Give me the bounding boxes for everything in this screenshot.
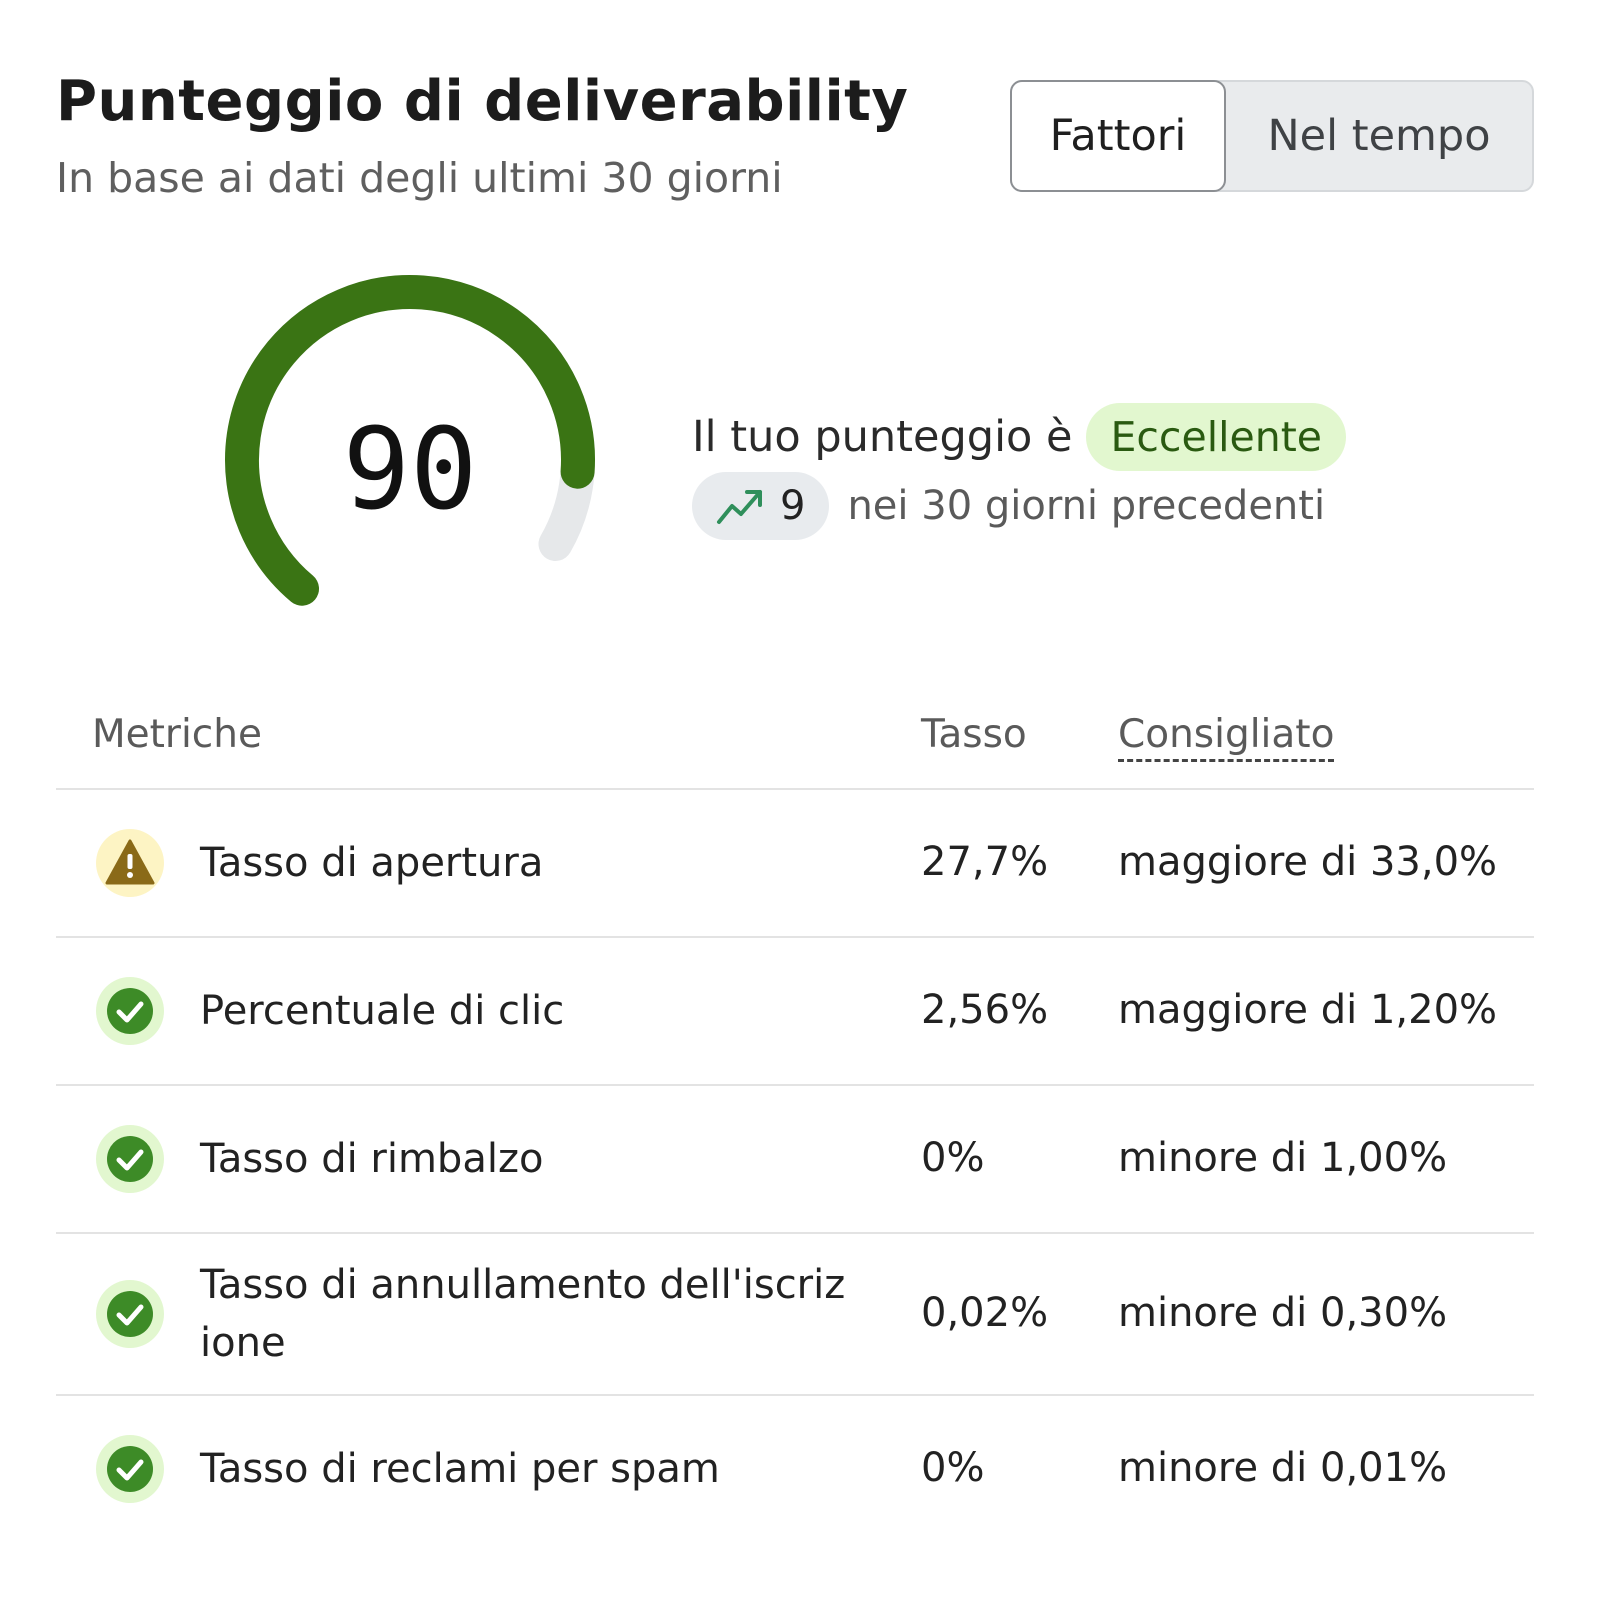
score-trend: 9 nei 30 giorni precedenti — [692, 472, 1325, 540]
metric-rate: 0% — [921, 1135, 985, 1181]
metric-recommended: minore di 0,30% — [1118, 1290, 1448, 1336]
table-row: Percentuale di clic 2,56% maggiore di 1,20… — [56, 938, 1534, 1086]
warning-icon — [96, 829, 164, 897]
metric-name-line: Percentuale di clic — [200, 988, 565, 1034]
metric-recommended: maggiore di 1,20% — [1118, 987, 1498, 1033]
metric-rate: 0% — [921, 1445, 985, 1491]
metric-recommended: minore di 0,01% — [1118, 1445, 1448, 1491]
metric-name-line: Tasso di apertura — [200, 840, 544, 886]
metric-name: Percentuale di clic — [200, 982, 860, 1040]
check-circle-icon — [96, 1280, 164, 1348]
header-recommended[interactable]: Consigliato — [1118, 712, 1335, 762]
table-header: Metriche Tasso Consigliato — [56, 690, 1534, 790]
toggle-factors-button[interactable]: Fattori — [1010, 80, 1226, 192]
metric-name-line: Tasso di reclami per spam — [200, 1446, 720, 1492]
metric-name-line: Tasso di rimbalzo — [200, 1136, 544, 1182]
trend-value: 9 — [780, 483, 806, 529]
score-gauge: 90 — [210, 270, 610, 610]
metric-rate: 0,02% — [921, 1290, 1049, 1336]
score-value: 90 — [342, 405, 478, 535]
metric-recommended: maggiore di 33,0% — [1118, 839, 1498, 885]
table-row: Tasso di rimbalzo 0% minore di 1,00% — [56, 1086, 1534, 1234]
check-circle-icon — [96, 977, 164, 1045]
toggle-over-time-button[interactable]: Nel tempo — [1226, 80, 1532, 192]
trend-period: nei 30 giorni precedenti — [847, 483, 1326, 529]
view-toggle: Fattori Nel tempo — [1010, 80, 1534, 192]
trend-pill: 9 — [692, 472, 830, 540]
table-row: Tasso di apertura 27,7% maggiore di 33,0% — [56, 790, 1534, 938]
metrics-table: Metriche Tasso Consigliato Tasso di aper… — [56, 690, 1534, 1542]
metric-name: Tasso di apertura — [200, 834, 860, 892]
metric-recommended: minore di 1,00% — [1118, 1135, 1448, 1181]
metric-name: Tasso di rimbalzo — [200, 1130, 860, 1188]
metric-rate: 27,7% — [921, 839, 1049, 885]
page-subtitle: In base ai dati degli ultimi 30 giorni — [56, 154, 783, 202]
metric-rate: 2,56% — [921, 987, 1049, 1033]
score-summary: Il tuo punteggio è Eccellente — [692, 402, 1346, 472]
header-rate: Tasso — [921, 712, 1027, 757]
trending-up-icon — [717, 490, 762, 524]
check-circle-icon — [96, 1435, 164, 1503]
header-metric: Metriche — [92, 712, 262, 757]
metric-name-line: ione — [200, 1320, 286, 1366]
table-row: Tasso di annullamento dell'iscriz ione 0,0… — [56, 1234, 1534, 1396]
check-circle-icon — [96, 1125, 164, 1193]
metric-name-line: Tasso di annullamento dell'iscriz — [200, 1262, 846, 1308]
page-title: Punteggio di deliverability — [56, 69, 909, 134]
metric-name: Tasso di annullamento dell'iscriz ione — [200, 1256, 860, 1372]
score-label: Il tuo punteggio è — [692, 412, 1073, 462]
table-row: Tasso di reclami per spam 0% minore di 0,0… — [56, 1396, 1534, 1542]
rating-badge: Eccellente — [1086, 403, 1346, 471]
metric-name: Tasso di reclami per spam — [200, 1440, 860, 1498]
